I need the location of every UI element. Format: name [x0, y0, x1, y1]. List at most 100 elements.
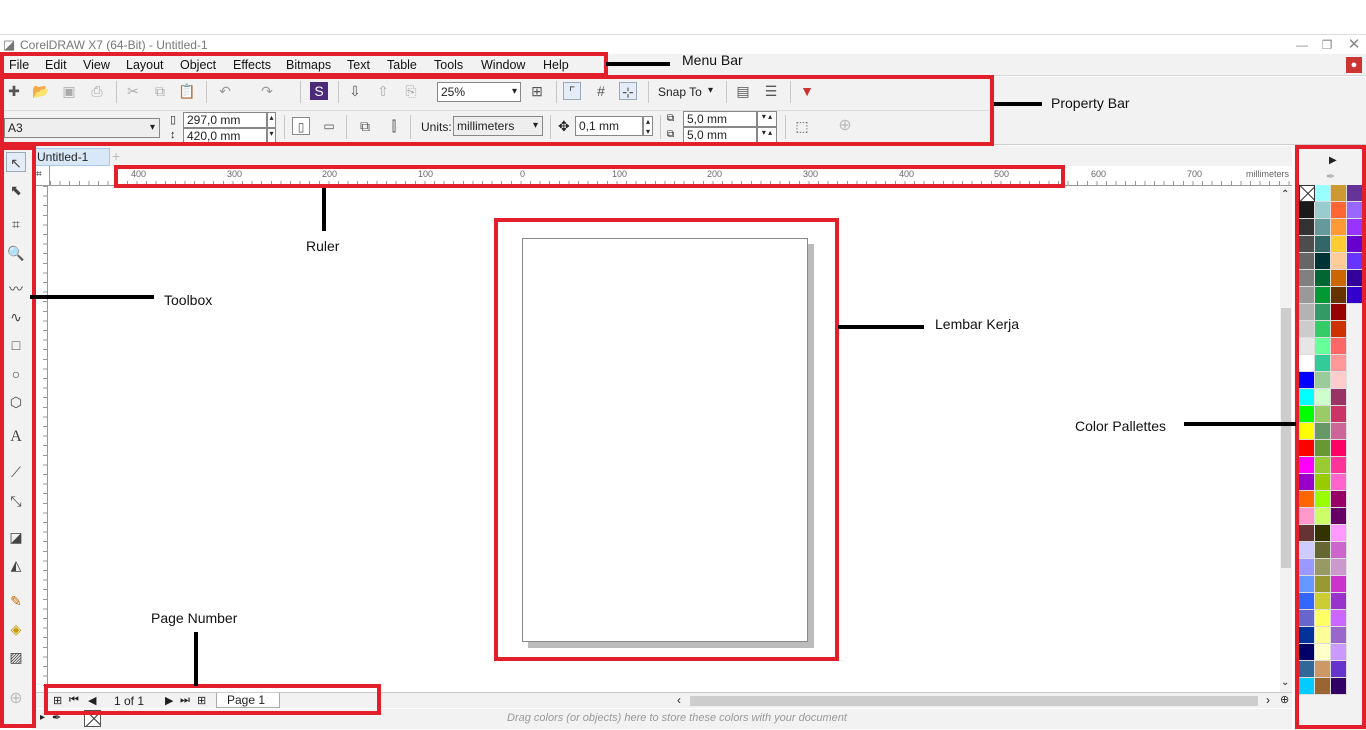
export-icon[interactable]: ⇧ — [374, 82, 392, 100]
menu-edit[interactable]: Edit — [45, 58, 67, 72]
color-swatch[interactable] — [1331, 542, 1347, 559]
text-tool-icon[interactable]: A — [6, 427, 26, 447]
show-grid-icon[interactable]: # — [592, 82, 610, 100]
menu-tools[interactable]: Tools — [434, 58, 463, 72]
color-swatch[interactable] — [1299, 287, 1315, 304]
color-swatch[interactable] — [1299, 236, 1315, 253]
color-swatch[interactable] — [1299, 525, 1315, 542]
page-width-field[interactable]: 297,0 mm — [183, 112, 267, 128]
nudge-distance-field[interactable]: 0,1 mm — [575, 116, 643, 136]
last-page-icon[interactable]: ⏭ — [180, 694, 190, 707]
show-rulers-icon[interactable]: ⌜ — [563, 82, 581, 100]
color-swatch[interactable] — [1347, 270, 1363, 287]
color-swatch[interactable] — [1299, 457, 1315, 474]
color-swatch[interactable] — [1331, 372, 1347, 389]
search-content-icon[interactable]: S — [310, 82, 328, 100]
crop-tool-icon[interactable]: ⌗ — [6, 214, 26, 234]
color-swatch[interactable] — [1331, 304, 1347, 321]
save-icon[interactable]: ▣ — [60, 82, 78, 100]
color-swatch[interactable] — [1315, 542, 1331, 559]
color-swatch[interactable] — [1299, 355, 1315, 372]
color-swatch[interactable] — [1315, 474, 1331, 491]
color-swatch[interactable] — [1315, 525, 1331, 542]
color-swatch[interactable] — [1299, 202, 1315, 219]
color-swatch[interactable] — [1315, 661, 1331, 678]
color-swatch[interactable] — [1347, 202, 1363, 219]
color-swatch[interactable] — [1299, 389, 1315, 406]
menu-file[interactable]: File — [9, 58, 29, 72]
color-swatch[interactable] — [1299, 627, 1315, 644]
scroll-right-icon[interactable]: › — [1266, 693, 1270, 707]
smart-fill-icon[interactable]: ▨ — [6, 647, 26, 667]
color-swatch[interactable] — [1315, 372, 1331, 389]
color-swatch[interactable] — [1331, 406, 1347, 423]
color-swatch[interactable] — [1331, 287, 1347, 304]
welcome-screen-icon[interactable]: ▤ — [734, 82, 752, 100]
add-icon[interactable]: ⊕ — [836, 117, 854, 135]
color-swatch[interactable] — [1299, 610, 1315, 627]
color-swatch[interactable] — [1315, 406, 1331, 423]
interactive-fill-icon[interactable]: ◈ — [6, 619, 26, 639]
ruler-origin[interactable]: ⌗ — [32, 166, 50, 186]
color-swatch[interactable] — [1331, 355, 1347, 372]
menu-window[interactable]: Window — [481, 58, 525, 72]
color-swatch[interactable] — [1331, 338, 1347, 355]
color-swatch[interactable] — [1315, 644, 1331, 661]
color-swatch[interactable] — [1315, 610, 1331, 627]
color-swatch[interactable] — [1299, 491, 1315, 508]
show-guidelines-icon[interactable]: ⊹ — [619, 82, 637, 100]
color-swatch[interactable] — [1331, 559, 1347, 576]
color-swatch[interactable] — [1331, 253, 1347, 270]
color-swatch[interactable] — [1331, 270, 1347, 287]
color-swatch[interactable] — [1315, 185, 1331, 202]
color-swatch[interactable] — [1331, 678, 1347, 695]
restore-icon[interactable]: ❐ — [1317, 37, 1337, 53]
color-swatch[interactable] — [1315, 321, 1331, 338]
insert-page-after-icon[interactable]: ⊞ — [197, 694, 206, 707]
duplicate-y-stepper[interactable]: ▾ ▴ — [757, 127, 777, 143]
color-swatch[interactable] — [1299, 406, 1315, 423]
eyedropper-tool-icon[interactable]: ✎ — [6, 591, 26, 611]
previous-page-icon[interactable]: ◀ — [88, 694, 96, 707]
polygon-tool-icon[interactable]: ⬡ — [6, 392, 26, 412]
color-swatch[interactable] — [1299, 559, 1315, 576]
menu-help[interactable]: Help — [543, 58, 569, 72]
minimize-icon[interactable]: — — [1292, 37, 1312, 53]
color-swatch[interactable] — [1299, 423, 1315, 440]
menu-effects[interactable]: Effects — [233, 58, 271, 72]
copy-icon[interactable]: ⧉ — [151, 82, 169, 100]
snap-to-button[interactable]: Snap To — [658, 85, 702, 99]
color-swatch[interactable] — [1315, 627, 1331, 644]
scroll-up-icon[interactable]: ⌃ — [1281, 189, 1289, 200]
landscape-icon[interactable]: ▭ — [320, 117, 338, 135]
color-swatch[interactable] — [1315, 593, 1331, 610]
color-swatch[interactable] — [1299, 678, 1315, 695]
rectangle-tool-icon[interactable]: □ — [6, 335, 26, 355]
color-swatch[interactable] — [1331, 508, 1347, 525]
open-icon[interactable]: 📂 — [32, 82, 50, 100]
bleed-icon[interactable]: ⬚ — [793, 117, 811, 135]
full-screen-preview-icon[interactable]: ⊞ — [528, 82, 546, 100]
menu-object[interactable]: Object — [180, 58, 216, 72]
publish-pdf-icon[interactable]: ⎘ — [402, 82, 420, 100]
vertical-ruler[interactable] — [32, 186, 48, 692]
first-page-icon[interactable]: ⏮ — [69, 694, 79, 707]
new-tab-icon[interactable]: + — [112, 148, 120, 164]
color-swatch[interactable] — [1315, 270, 1331, 287]
zoom-select[interactable]: 25% ▾ — [437, 82, 521, 102]
palette-arrow-icon[interactable]: ▶ — [1329, 155, 1337, 166]
drop-shadow-tool-icon[interactable]: ◪ — [6, 527, 26, 547]
current-page-icon[interactable]: ⫿ — [385, 117, 403, 135]
color-swatch[interactable] — [1315, 678, 1331, 695]
new-document-icon[interactable]: ✚ — [5, 82, 23, 100]
color-swatch[interactable] — [1331, 474, 1347, 491]
portrait-icon[interactable]: ▯ — [292, 117, 310, 135]
color-swatch[interactable] — [1315, 559, 1331, 576]
shape-tool-icon[interactable]: ⬉ — [6, 180, 26, 200]
color-swatch[interactable] — [1315, 304, 1331, 321]
color-swatch[interactable] — [1315, 236, 1331, 253]
zoom-navigator-icon[interactable]: ⊕ — [1280, 693, 1289, 706]
color-swatch[interactable] — [1315, 440, 1331, 457]
color-swatch[interactable] — [1331, 389, 1347, 406]
eyedropper-icon[interactable]: ✒ — [52, 711, 61, 724]
